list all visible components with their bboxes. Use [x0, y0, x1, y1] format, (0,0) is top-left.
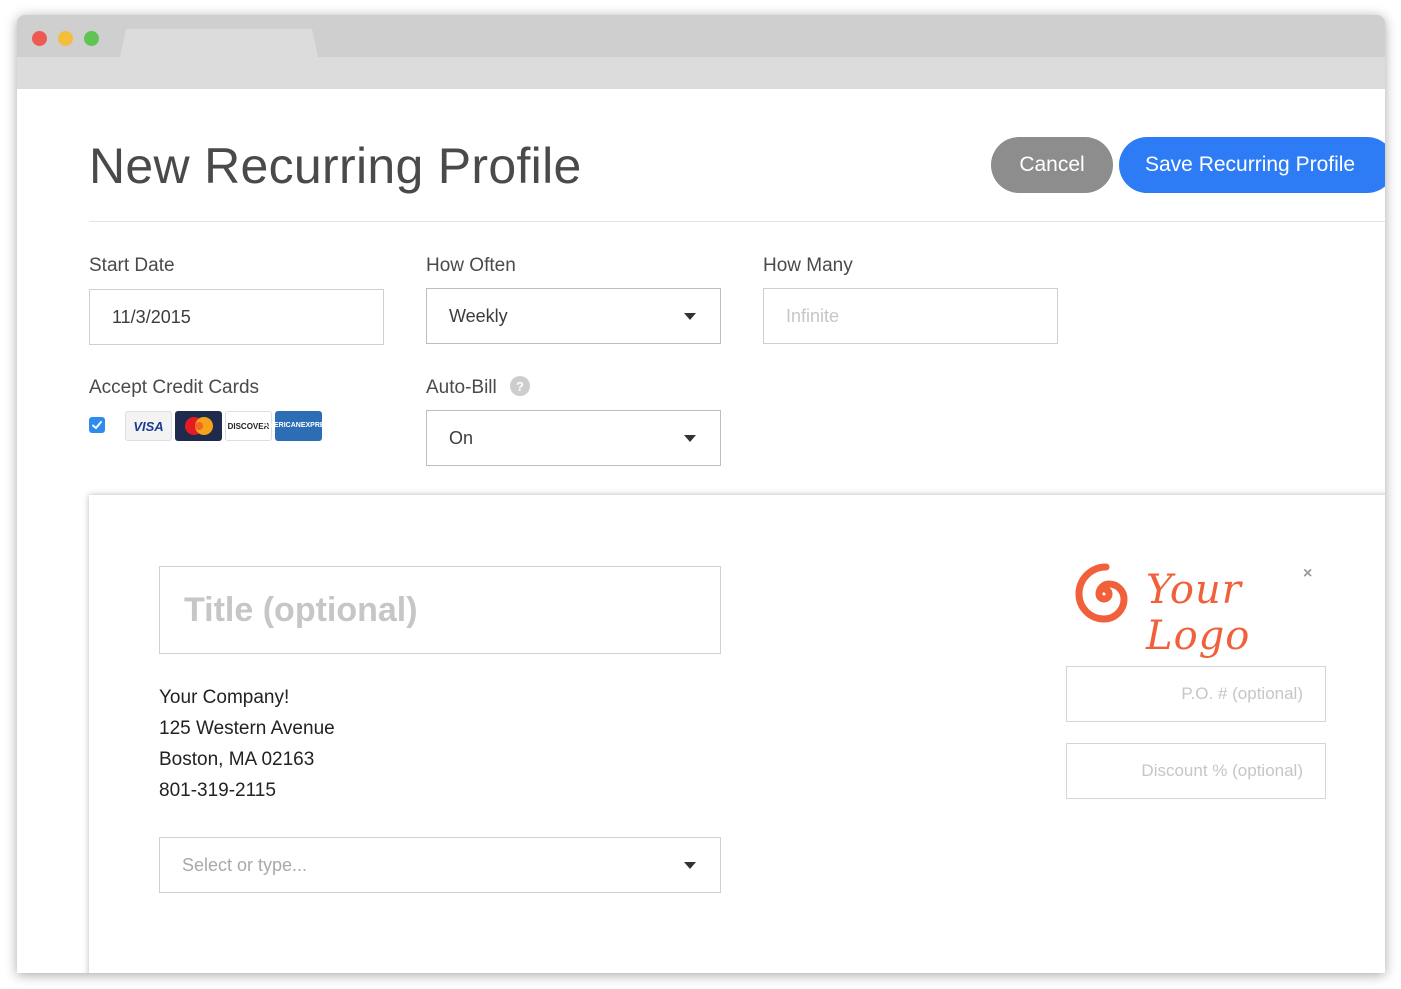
amex-label-bottom: EXPRESS [300, 422, 334, 429]
chevron-down-icon [684, 435, 696, 442]
browser-tab[interactable] [129, 29, 309, 57]
accept-credit-cards-label: Accept Credit Cards [89, 377, 260, 398]
company-logo[interactable]: Your Logo × [1071, 561, 1331, 659]
accept-credit-cards-checkbox[interactable] [89, 417, 105, 433]
invoice-title-input[interactable]: Title (optional) [159, 566, 721, 654]
po-number-placeholder: P.O. # (optional) [1181, 684, 1303, 703]
start-date-value: 11/3/2015 [112, 306, 191, 327]
company-phone: 801-319-2115 [159, 780, 276, 801]
page-title: New Recurring Profile [89, 138, 582, 194]
discount-input[interactable]: Discount % (optional) [1066, 743, 1326, 799]
how-often-label: How Often [426, 255, 516, 276]
company-city: Boston, MA 02163 [159, 749, 315, 770]
discount-placeholder: Discount % (optional) [1141, 761, 1303, 780]
how-many-label: How Many [763, 255, 853, 276]
how-often-value: Weekly [449, 305, 508, 326]
visa-card-icon: VISA [125, 411, 172, 441]
how-often-select[interactable]: Weekly [426, 288, 721, 344]
browser-window: New Recurring Profile Cancel Save Recurr… [17, 15, 1385, 973]
start-date-input[interactable]: 11/3/2015 [89, 289, 384, 345]
page-content: New Recurring Profile Cancel Save Recurr… [17, 89, 1385, 973]
chevron-down-icon [684, 313, 696, 320]
client-select-placeholder: Select or type... [182, 854, 308, 875]
help-icon[interactable]: ? [510, 376, 530, 396]
american-express-card-icon: AMERICAN EXPRESS [263, 411, 334, 441]
mastercard-circles-icon [184, 417, 213, 435]
browser-chrome [17, 15, 1385, 89]
auto-bill-select[interactable]: On [426, 410, 721, 466]
chevron-down-icon [684, 862, 696, 869]
close-window-dot[interactable] [32, 31, 47, 46]
remove-logo-icon[interactable]: × [1303, 565, 1312, 583]
auto-bill-value: On [449, 427, 474, 448]
header-divider [89, 221, 1385, 222]
auto-bill-label: Auto-Bill [426, 377, 497, 398]
how-many-placeholder: Infinite [786, 305, 840, 326]
invoice-title-placeholder: Title (optional) [184, 590, 418, 629]
mastercard-card-icon [175, 411, 222, 441]
start-date-label: Start Date [89, 255, 175, 276]
save-recurring-profile-button[interactable]: Save Recurring Profile [1119, 137, 1385, 193]
po-number-input[interactable]: P.O. # (optional) [1066, 666, 1326, 722]
company-name: Your Company! [159, 687, 290, 708]
spiral-logo-icon [1075, 563, 1128, 623]
company-address: 125 Western Avenue [159, 718, 335, 739]
minimize-window-dot[interactable] [58, 31, 73, 46]
cancel-button[interactable]: Cancel [991, 137, 1113, 193]
maximize-window-dot[interactable] [84, 31, 99, 46]
client-select[interactable]: Select or type... [159, 837, 721, 893]
how-many-input[interactable]: Infinite [763, 288, 1058, 344]
amex-label-top: AMERICAN [263, 422, 301, 429]
invoice-preview: Title (optional) Your Company! 125 Weste… [89, 495, 1385, 973]
checkmark-icon [92, 421, 102, 429]
